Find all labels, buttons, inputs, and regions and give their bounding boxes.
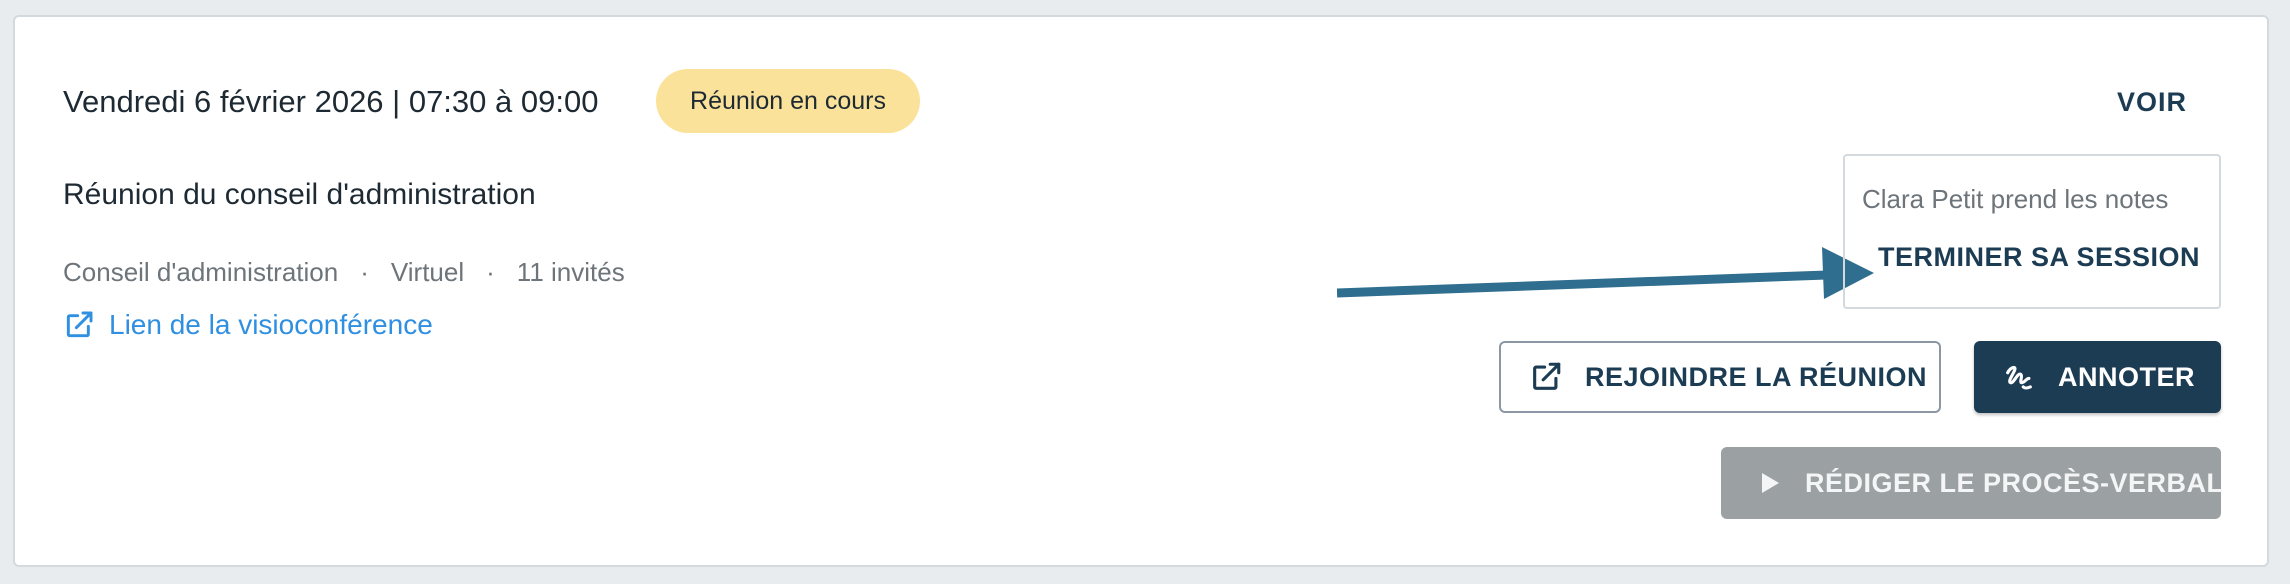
join-meeting-button[interactable]: REJOINDRE LA RÉUNION: [1499, 341, 1941, 413]
meta-separator: ·: [360, 257, 369, 287]
video-conference-link[interactable]: Lien de la visioconférence: [63, 309, 433, 341]
join-meeting-label: REJOINDRE LA RÉUNION: [1585, 361, 1928, 392]
status-badge: Réunion en cours: [656, 69, 920, 133]
meta-separator: ·: [486, 257, 495, 287]
write-minutes-button[interactable]: RÉDIGER LE PROCÈS-VERBAL: [1721, 447, 2224, 519]
play-icon: [1759, 471, 1781, 495]
note-taker-box: Clara Petit prend les notes TERMINER SA …: [1843, 154, 2221, 309]
meeting-title: Réunion du conseil d'administration: [63, 178, 536, 211]
callout-arrow: [1337, 247, 1874, 299]
video-link-label: Lien de la visioconférence: [109, 309, 433, 340]
write-minutes-label: RÉDIGER LE PROCÈS-VERBAL: [1805, 467, 2224, 498]
meeting-date-time: Vendredi 6 février 2026 | 07:30 à 09:00: [63, 84, 599, 119]
annotate-label: ANNOTER: [2058, 361, 2195, 392]
annotate-button[interactable]: ANNOTER: [1974, 341, 2221, 413]
end-session-button[interactable]: TERMINER SA SESSION: [1878, 242, 2200, 273]
external-link-icon: [63, 309, 95, 341]
meta-invitees: 11 invités: [516, 257, 625, 287]
signature-icon: [2002, 360, 2036, 394]
note-taker-text: Clara Petit prend les notes: [1862, 184, 2169, 214]
meeting-card: Vendredi 6 février 2026 | 07:30 à 09:00 …: [13, 15, 2269, 567]
external-link-icon: [1529, 360, 1563, 394]
meta-committee: Conseil d'administration: [63, 257, 339, 287]
meta-format: Virtuel: [390, 257, 465, 287]
view-button[interactable]: VOIR: [2117, 87, 2187, 118]
meeting-meta: Conseil d'administration · Virtuel · 11 …: [63, 257, 625, 288]
